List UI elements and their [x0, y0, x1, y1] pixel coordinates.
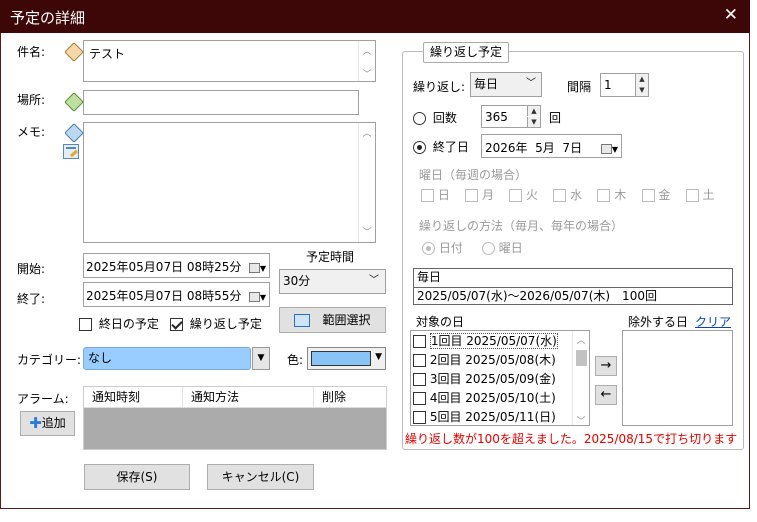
interval-spinner[interactable]: 1 ▲ ▼	[600, 73, 649, 97]
count-radio-dot[interactable]	[413, 112, 426, 125]
chevron-down-icon: ﹀	[369, 275, 379, 286]
weekday-checkbox[interactable]: 土	[685, 188, 715, 202]
weekday-row: 日 月 火 水 木 金 土	[421, 186, 715, 203]
subject-field[interactable]: テスト ︿ ﹀	[83, 40, 376, 82]
move-right-button[interactable]: →	[595, 356, 617, 376]
repeat-check[interactable]	[170, 318, 183, 331]
method-radio-date[interactable]: 日付	[422, 241, 463, 255]
subject-value: テスト	[89, 47, 126, 61]
plus-icon: ✚	[29, 414, 42, 432]
count-unit: 回	[549, 111, 562, 125]
weekday-checkbox[interactable]: 木	[597, 188, 626, 202]
method-section-label: 繰り返しの方法（毎月、毎年の場合）	[419, 219, 624, 233]
color-picker[interactable]: ▼	[307, 347, 386, 370]
start-label: 開始:	[17, 262, 46, 276]
method-row: 日付 曜日	[422, 239, 523, 256]
start-datetime-picker[interactable]: 2025年05月07日 08時25分 ▼	[83, 253, 270, 278]
weekday-checkbox[interactable]: 火	[509, 188, 538, 202]
weekday-checkbox[interactable]: 月	[465, 188, 494, 202]
repeat-checkbox[interactable]: 繰り返し予定	[170, 315, 262, 332]
end-label-text: 終了:	[17, 292, 46, 306]
chevron-down-icon: ﹀	[526, 78, 536, 89]
interval-label: 間隔	[567, 80, 592, 94]
list-item[interactable]: 5回目 2025/05/11(日)	[413, 408, 571, 427]
category-select[interactable]: なし	[83, 347, 251, 370]
allday-checkbox[interactable]: 終日の予定	[79, 315, 159, 332]
move-left-button[interactable]: ←	[595, 385, 617, 405]
summary-line1: 毎日	[414, 269, 732, 288]
chevron-down-icon: ▼	[375, 352, 382, 362]
exclude-days-list[interactable]	[622, 330, 733, 426]
alarm-table-header: 通知時刻 通知方法 削除	[84, 387, 386, 408]
title-bar: 予定の詳細 ✕	[0, 0, 750, 33]
subject-label: 件名:	[17, 45, 46, 59]
color-label: 色:	[287, 353, 304, 367]
color-swatch	[311, 351, 371, 366]
summary-line2: 2025/05/07(水)〜2026/05/07(木) 100回	[417, 289, 657, 303]
repeat-type-label: 繰り返し:	[413, 80, 466, 94]
tag-icon[interactable]	[64, 123, 84, 143]
category-label: カテゴリー:	[17, 353, 82, 367]
memo-scrollbar[interactable]: ︿ ﹀	[358, 123, 375, 242]
memo-field[interactable]: ︿ ﹀	[83, 122, 376, 243]
target-days-label: 対象の日	[416, 315, 465, 329]
weekday-section-label: 曜日（毎週の場合）	[419, 168, 528, 182]
calendar-icon[interactable]: ▼	[248, 289, 266, 303]
clear-link[interactable]: クリア	[695, 313, 731, 330]
spin-down-icon[interactable]: ▼	[635, 85, 648, 96]
scroll-thumb[interactable]	[575, 350, 587, 366]
list-item[interactable]: 4回目 2025/05/10(土)	[413, 389, 571, 408]
target-days-scrollbar[interactable]: ︿ ﹀	[572, 331, 589, 427]
category-dropdown-button[interactable]: ▼	[252, 347, 270, 370]
calendar-icon[interactable]: ▼	[248, 260, 266, 274]
place-label: 場所:	[17, 93, 46, 107]
enddate-radio-dot[interactable]	[413, 141, 426, 154]
summary-box: 毎日 2025/05/07(水)〜2026/05/07(木) 100回	[413, 268, 733, 305]
enddate-radio[interactable]: 終了日	[413, 138, 469, 155]
warning-message: 繰り返し数が100を超えました。2025/08/15で打ち切ります	[405, 432, 738, 446]
alarm-col-time[interactable]: 通知時刻	[84, 387, 183, 408]
enddate-picker[interactable]: 2026年 5月 7日 ▼	[481, 134, 622, 158]
alarm-add-button[interactable]: ✚追加	[20, 411, 75, 436]
weekday-checkbox[interactable]: 金	[641, 188, 670, 202]
target-days-list[interactable]: 1回目 2025/05/07(水) 2回目 2025/05/08(木) 3回目 …	[410, 330, 590, 427]
tag-icon[interactable]	[64, 92, 84, 112]
memo-label: メモ:	[17, 125, 46, 139]
cancel-button[interactable]: キャンセル(C)	[207, 464, 314, 490]
memo-edit-icon[interactable]	[63, 144, 79, 159]
calendar-icon[interactable]: ▼	[600, 141, 618, 155]
calendar-icon	[294, 314, 311, 327]
alarm-table[interactable]: 通知時刻 通知方法 削除	[83, 386, 387, 450]
end-datetime-picker[interactable]: 2025年05月07日 08時55分 ▼	[83, 282, 270, 307]
weekday-checkbox[interactable]: 水	[553, 188, 582, 202]
repeat-group-title: 繰り返し予定	[423, 42, 510, 63]
close-icon[interactable]: ✕	[724, 5, 738, 25]
repeat-type-select[interactable]: 毎日 ﹀	[470, 72, 542, 97]
tag-icon[interactable]	[64, 42, 84, 62]
alarm-label: アラーム:	[17, 392, 69, 406]
list-item[interactable]: 2回目 2025/05/08(木)	[413, 351, 571, 370]
count-radio[interactable]: 回数	[413, 109, 457, 126]
alarm-col-delete[interactable]: 削除	[314, 387, 386, 408]
window-title: 予定の詳細	[10, 9, 86, 27]
weekday-checkbox[interactable]: 日	[421, 188, 450, 202]
method-radio-weekday[interactable]: 曜日	[481, 241, 523, 255]
spin-up-icon[interactable]: ▲	[527, 106, 540, 116]
duration-select[interactable]: 30分 ﹀	[279, 269, 386, 294]
count-spinner[interactable]: 365 ▲ ▼	[481, 105, 541, 128]
duration-label: 予定時間	[306, 250, 355, 264]
exclude-days-label: 除外する日	[628, 315, 689, 329]
spin-up-icon[interactable]: ▲	[635, 74, 648, 85]
list-item[interactable]: 1回目 2025/05/07(水)	[413, 332, 571, 351]
allday-check[interactable]	[79, 318, 92, 331]
subject-scrollbar[interactable]: ︿ ﹀	[358, 41, 375, 81]
place-field[interactable]	[83, 90, 359, 115]
list-item[interactable]: 3回目 2025/05/09(金)	[413, 370, 571, 389]
save-button[interactable]: 保存(S)	[84, 464, 190, 490]
alarm-col-method[interactable]: 通知方法	[183, 387, 314, 408]
spin-down-icon[interactable]: ▼	[527, 117, 540, 127]
range-select-button[interactable]: 範囲選択	[279, 307, 386, 333]
